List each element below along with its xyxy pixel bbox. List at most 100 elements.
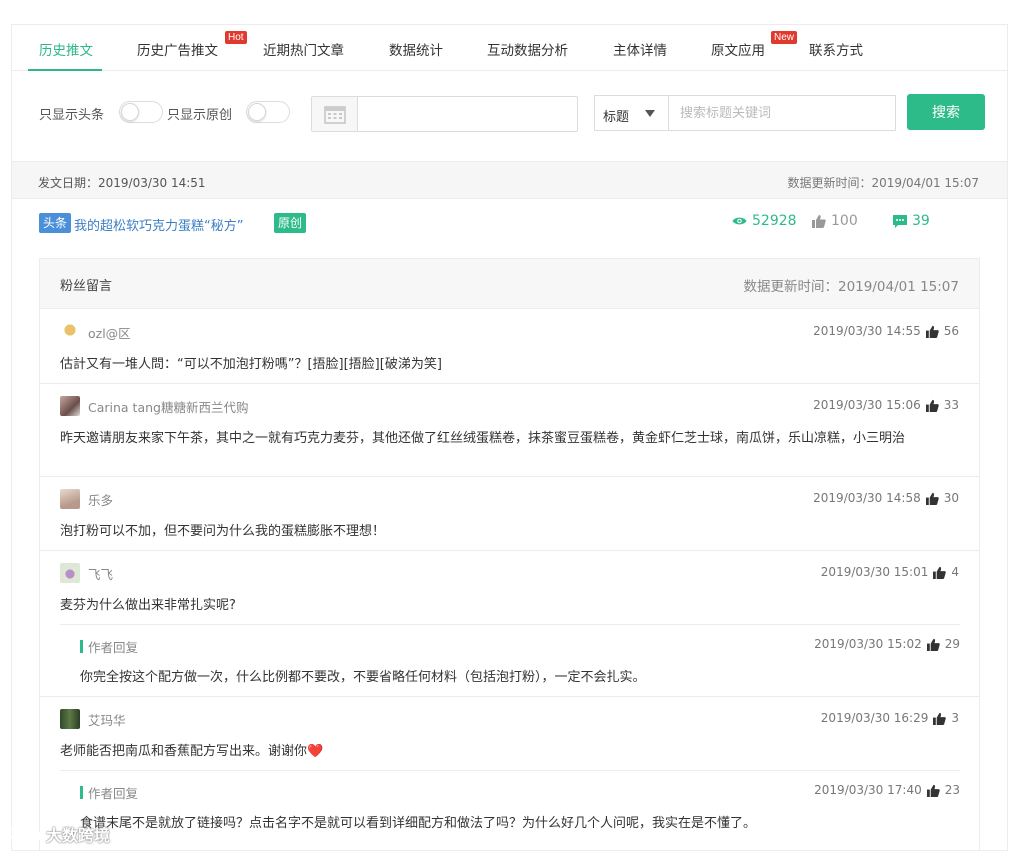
wechat-logo-icon	[9, 824, 41, 844]
comment-user: Carina tang糖糖新西兰代购	[60, 396, 248, 416]
post-meta-bar: 发文日期：2019/03/30 14:51 数据更新时间：2019/04/01 …	[12, 161, 1007, 199]
post-row: 头条 我的超松软巧克力蛋糕“秘方” 原创 52928 100 39	[12, 199, 1007, 257]
comments-panel-header: 粉丝留言 数据更新时间：2019/04/01 15:07	[40, 259, 979, 309]
post-title-link[interactable]: 我的超松软巧克力蛋糕“秘方”	[74, 215, 243, 234]
headline-tag: 头条	[39, 213, 72, 233]
comment-text: 老师能否把南瓜和香蕉配方写出来。谢谢你❤️	[60, 744, 324, 759]
thumbs-up-icon[interactable]	[925, 492, 939, 505]
thumbs-up-icon	[812, 215, 826, 228]
watermark-text: 大数跨境	[46, 826, 111, 845]
reply-likes: 29	[944, 637, 960, 651]
avatar	[60, 563, 80, 583]
caret-down-icon	[645, 110, 655, 117]
author-reply-label: 作者回复	[80, 637, 138, 656]
author-reply: 作者回复 2019/03/30 15:02 29 你完全按这个配方做一次，什么比…	[60, 624, 960, 697]
avatar	[60, 489, 80, 509]
tab-contact[interactable]: 联系方式	[809, 39, 863, 59]
original-tag: 原创	[274, 213, 307, 233]
author-reply: 作者回复 2019/03/30 17:40 23 食谱末尾不是就放了链接吗？点击…	[60, 770, 960, 850]
comment-user: ozl@区	[60, 322, 131, 342]
reply-text: 食谱末尾不是就放了链接吗？点击名字不是就可以看到详细配方和做法了吗？为什么好几个…	[80, 816, 757, 831]
original-only-label: 只显示原创	[167, 108, 233, 123]
headline-only-label: 只显示头条	[39, 108, 105, 123]
comment-time: 2019/03/30 16:29	[820, 711, 929, 725]
reply-text: 你完全按这个配方做一次，什么比例都不要改，不要省略任何材料（包括泡打粉），一定不…	[80, 670, 646, 685]
thumbs-up-icon[interactable]	[933, 566, 947, 579]
comment-username: ozl@区	[88, 325, 131, 341]
comment-item: 飞飞 2019/03/30 15:01 4 麦芬为什么做出来非常扎实呢? 作者回…	[40, 551, 979, 697]
search-button[interactable]: 搜索	[907, 94, 985, 130]
likes-count: 100	[831, 213, 858, 229]
tab-data-stats[interactable]: 数据统计	[389, 39, 443, 59]
comment-time: 2019/03/30 15:06	[813, 398, 921, 412]
original-only-toggle[interactable]	[246, 101, 290, 123]
comment-time: 2019/03/30 14:58	[813, 491, 921, 505]
comments-stat: 39	[893, 213, 930, 229]
comment-meta: 2019/03/30 16:29 3	[821, 711, 959, 725]
comment-meta: 2019/03/30 15:06 33	[813, 398, 959, 412]
reply-meta: 2019/03/30 17:40 23	[814, 783, 960, 797]
thumbs-up-icon[interactable]	[925, 325, 939, 338]
thumbs-up-icon[interactable]	[926, 638, 940, 651]
calendar-icon[interactable]	[312, 97, 358, 131]
search-input[interactable]	[668, 95, 896, 131]
reply-meta: 2019/03/30 15:02 29	[814, 637, 960, 651]
thumbs-up-icon[interactable]	[933, 712, 947, 725]
comment-user: 飞飞	[60, 563, 113, 583]
tab-interaction-analysis[interactable]: 互动数据分析	[487, 39, 568, 59]
comment-username: 乐多	[88, 492, 114, 508]
comment-text: 泡打粉可以不加，但不要问为什么我的蛋糕膨胀不理想！	[60, 524, 386, 539]
comment-likes: 33	[943, 398, 959, 412]
comment-username: 艾玛华	[88, 712, 126, 728]
comment-time: 2019/03/30 15:01	[820, 565, 929, 579]
eye-icon	[732, 217, 747, 225]
author-reply-label: 作者回复	[80, 783, 138, 802]
search-field-value: 标题	[603, 110, 630, 125]
comment-item: 乐多 2019/03/30 14:58 30 泡打粉可以不加，但不要问为什么我的…	[40, 477, 979, 551]
publish-date: 发文日期：2019/03/30 14:51	[38, 176, 206, 190]
comment-text: 麦芬为什么做出来非常扎实呢?	[60, 598, 236, 613]
comments-panel-title: 粉丝留言	[60, 279, 113, 294]
reply-time: 2019/03/30 15:02	[814, 637, 922, 651]
tab-recent-hot-articles[interactable]: 近期热门文章	[263, 39, 344, 59]
search-field-select[interactable]: 标题	[594, 95, 669, 131]
comment-text: 昨天邀请朋友来家下午茶，其中之一就有巧克力麦芬，其他还做了红丝绒蛋糕卷，抹茶蜜豆…	[60, 431, 906, 446]
comment-item: 艾玛华 2019/03/30 16:29 3 老师能否把南瓜和香蕉配方写出来。谢…	[40, 697, 979, 850]
comment-user: 乐多	[60, 489, 113, 509]
comment-likes: 30	[943, 491, 959, 505]
date-picker[interactable]	[311, 96, 578, 132]
avatar	[60, 396, 80, 416]
page-frame: 历史推文 历史广告推文 Hot 近期热门文章 数据统计 互动数据分析 主体详情 …	[11, 24, 1008, 851]
tab-history-ad-posts[interactable]: 历史广告推文	[137, 39, 218, 59]
tab-entity-details[interactable]: 主体详情	[613, 39, 667, 59]
data-updated-time: 数据更新时间：2019/04/01 15:07	[787, 176, 979, 190]
comment-username: Carina tang糖糖新西兰代购	[88, 399, 249, 415]
comment-meta: 2019/03/30 14:55 56	[813, 324, 959, 338]
comment-likes: 4	[951, 565, 959, 579]
comment-icon	[893, 214, 907, 228]
comments-panel: 粉丝留言 数据更新时间：2019/04/01 15:07 ozl@区 2019/…	[39, 258, 980, 850]
views-count: 52928	[752, 213, 797, 229]
new-badge: New	[771, 31, 798, 44]
tab-history-posts[interactable]: 历史推文	[39, 39, 93, 59]
thumbs-up-icon[interactable]	[925, 399, 939, 412]
headline-only-toggle[interactable]	[119, 101, 163, 123]
reply-time: 2019/03/30 17:40	[814, 783, 922, 797]
comment-time: 2019/03/30 14:55	[813, 324, 921, 338]
thumbs-up-icon[interactable]	[926, 784, 940, 797]
tab-bar: 历史推文 历史广告推文 Hot 近期热门文章 数据统计 互动数据分析 主体详情 …	[12, 25, 1007, 71]
avatar	[60, 709, 80, 729]
tab-original-apps[interactable]: 原文应用	[711, 39, 765, 59]
comment-user: 艾玛华	[60, 709, 126, 729]
comment-item: ozl@区 2019/03/30 14:55 56 估計又有一堆人問：“可以不加…	[40, 310, 979, 384]
hot-badge: Hot	[225, 31, 247, 44]
comments-updated-time: 数据更新时间：2019/04/01 15:07	[743, 279, 959, 295]
avatar	[60, 322, 80, 342]
comment-likes: 56	[943, 324, 959, 338]
active-tab-indicator	[28, 69, 102, 71]
comment-meta: 2019/03/30 14:58 30	[813, 491, 959, 505]
comment-meta: 2019/03/30 15:01 4	[821, 565, 959, 579]
comments-count: 39	[912, 213, 930, 229]
comment-item: Carina tang糖糖新西兰代购 2019/03/30 15:06 33 昨…	[40, 384, 979, 477]
likes-stat: 100	[812, 213, 858, 229]
